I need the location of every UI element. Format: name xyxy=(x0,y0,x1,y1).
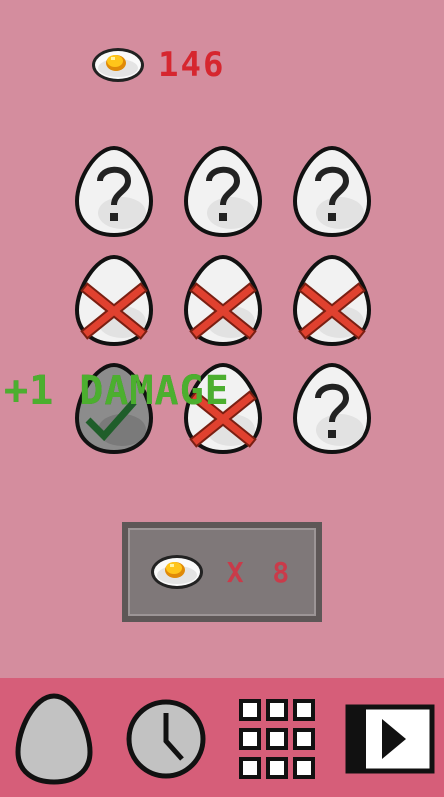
play-nav-button[interactable] xyxy=(342,694,438,784)
egg-nav-icon xyxy=(15,693,93,785)
egg-2-3[interactable] xyxy=(290,252,374,348)
clock-nav-button[interactable] xyxy=(122,694,210,784)
grid-nav-button[interactable] xyxy=(232,694,322,784)
bottom-nav-bar xyxy=(0,678,444,797)
damage-popup-text: +1 DAMAGE xyxy=(4,368,230,414)
egg-2-2[interactable] xyxy=(181,252,265,348)
egg-nav-button[interactable] xyxy=(10,693,98,785)
egg-1-3[interactable] xyxy=(290,143,374,239)
play-nav-icon xyxy=(345,704,435,774)
grid-nav-icon xyxy=(239,699,315,779)
reward-box: X 8 xyxy=(122,522,322,622)
egg-1-1[interactable] xyxy=(72,143,156,239)
egg-1-2[interactable] xyxy=(181,143,265,239)
egg-3-3[interactable] xyxy=(290,360,374,456)
clock-nav-icon xyxy=(126,699,206,779)
egg-2-1[interactable] xyxy=(72,252,156,348)
